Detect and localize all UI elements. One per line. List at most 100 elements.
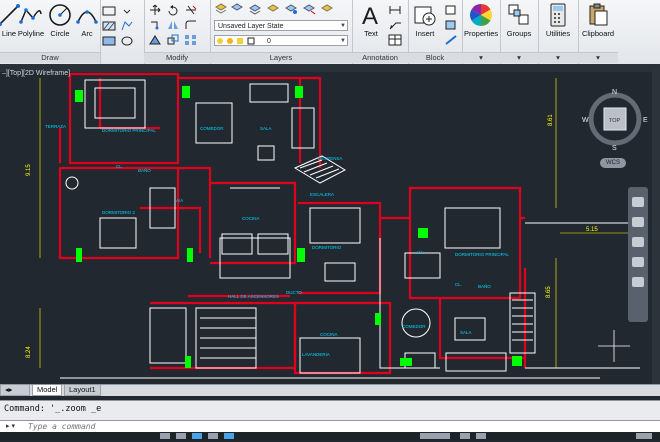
annotation-panel: A Text Annotation bbox=[352, 0, 409, 64]
gradient-icon[interactable] bbox=[102, 35, 116, 47]
navigation-tools bbox=[632, 197, 644, 287]
room-label: DORMITORIO PRINCIPAL bbox=[455, 252, 509, 257]
layer-lock-icon[interactable] bbox=[320, 3, 334, 15]
layout-nav-arrows[interactable]: ◂▸ bbox=[0, 385, 30, 396]
workspace-gear-icon[interactable] bbox=[476, 433, 486, 439]
utilities-panel: Utilities ▾ bbox=[538, 0, 579, 64]
vertical-scrollbar[interactable] bbox=[652, 68, 660, 384]
group-icon bbox=[508, 4, 529, 25]
command-prompt-icon[interactable]: ▸ ▾ bbox=[6, 422, 24, 431]
table-icon[interactable] bbox=[388, 34, 402, 46]
draw-dropdown-icon[interactable] bbox=[120, 5, 134, 17]
room-label: SALA bbox=[460, 330, 472, 335]
viewcube[interactable]: TOP N S E W bbox=[582, 81, 652, 152]
properties-button[interactable]: Properties bbox=[464, 2, 498, 48]
clipboard-button[interactable]: Clipboard bbox=[581, 2, 615, 48]
block-panel-title: Block bbox=[408, 52, 462, 63]
array-icon[interactable] bbox=[184, 34, 198, 46]
linear-dimension-icon[interactable] bbox=[388, 4, 402, 16]
draw-extra-panel bbox=[100, 0, 145, 64]
zoom-icon[interactable] bbox=[632, 237, 644, 247]
edit-block-icon[interactable] bbox=[444, 19, 458, 31]
tab-model[interactable]: Model bbox=[32, 385, 63, 396]
orbit-icon[interactable] bbox=[632, 257, 644, 267]
annotation-scale-icon[interactable] bbox=[460, 433, 470, 439]
insert-block-button[interactable]: Insert bbox=[408, 2, 442, 48]
command-input[interactable] bbox=[28, 421, 408, 432]
customize-menu-icon[interactable] bbox=[636, 433, 652, 439]
hatch-icon[interactable] bbox=[102, 20, 116, 32]
layer-freeze-icon[interactable] bbox=[284, 3, 298, 15]
grid-toggle-icon[interactable] bbox=[160, 433, 170, 439]
layer-state-combo[interactable]: Unsaved Layer State ▼ bbox=[214, 20, 348, 31]
room-label: COMEDOR bbox=[200, 126, 224, 131]
rectangle-icon[interactable] bbox=[102, 5, 116, 17]
layer-state-value: Unsaved Layer State bbox=[218, 23, 284, 30]
polar-toggle-icon[interactable] bbox=[208, 433, 218, 439]
showmotion-icon[interactable] bbox=[632, 277, 644, 287]
room-label: COCINA bbox=[320, 332, 338, 337]
drawing-canvas[interactable]: DORMITORIO PRINCIPAL COMEDOR SALA DORMIT… bbox=[0, 68, 652, 384]
svg-text:A: A bbox=[362, 3, 378, 28]
boundary-icon[interactable] bbox=[120, 20, 134, 32]
trim-icon[interactable] bbox=[184, 4, 198, 16]
viewcube-n: N bbox=[612, 89, 617, 96]
dimension-label: 5.15 bbox=[586, 227, 598, 233]
insert-block-icon bbox=[414, 6, 436, 26]
room-label: TERRAZA bbox=[45, 124, 66, 129]
command-history-line: Command: '_.zoom _e bbox=[4, 404, 102, 414]
model-space-indicator[interactable] bbox=[420, 433, 450, 439]
leader-icon[interactable] bbox=[388, 19, 402, 31]
layer-off-icon[interactable] bbox=[302, 3, 316, 15]
clipboard-dropdown[interactable]: ▾ bbox=[578, 52, 618, 63]
floor-plan: DORMITORIO PRINCIPAL COMEDOR SALA DORMIT… bbox=[26, 72, 640, 379]
arc-tool-button[interactable]: Arc bbox=[70, 2, 104, 48]
chevron-down-icon: ▼ bbox=[340, 23, 346, 29]
room-label: A/A bbox=[416, 250, 423, 255]
steering-wheel-icon[interactable] bbox=[632, 197, 644, 207]
layer-state-icon[interactable] bbox=[230, 3, 244, 15]
navigation-bar bbox=[628, 187, 648, 322]
room-label: BAÑO bbox=[478, 283, 491, 289]
layer-match-icon[interactable] bbox=[248, 3, 262, 15]
room-label: DUCTO bbox=[286, 290, 302, 295]
utilities-button[interactable]: Utilities bbox=[541, 2, 575, 48]
mirror-icon[interactable] bbox=[166, 19, 180, 31]
attribute-icon[interactable] bbox=[444, 34, 458, 46]
region-icon[interactable] bbox=[120, 35, 134, 47]
scale-icon[interactable] bbox=[166, 34, 180, 46]
utilities-dropdown[interactable]: ▾ bbox=[538, 52, 578, 63]
dimension-label: 8.24 bbox=[26, 346, 32, 358]
layer-properties-icon[interactable] bbox=[214, 3, 228, 15]
ribbon: Line Polyline Circle Arc Draw Modify Uns… bbox=[0, 0, 660, 65]
tab-layout1[interactable]: Layout1 bbox=[64, 385, 101, 396]
text-tool-button[interactable]: A Text bbox=[354, 2, 388, 48]
snap-toggle-icon[interactable] bbox=[176, 433, 186, 439]
crosshair-cursor bbox=[598, 330, 630, 362]
osnap-toggle-icon[interactable] bbox=[224, 433, 234, 439]
fillet-icon[interactable] bbox=[184, 19, 198, 31]
room-label: LAVANDERIA bbox=[302, 352, 330, 357]
viewcube-s: S bbox=[612, 145, 617, 151]
pan-icon[interactable] bbox=[632, 217, 644, 227]
properties-dropdown[interactable]: ▾ bbox=[462, 52, 500, 63]
chevron-down-icon: ▼ bbox=[340, 38, 346, 44]
stretch-icon[interactable] bbox=[148, 34, 162, 46]
room-label: CL. bbox=[455, 282, 462, 287]
create-block-icon[interactable] bbox=[444, 4, 458, 16]
copy-icon[interactable] bbox=[148, 19, 162, 31]
polyline-icon bbox=[19, 8, 42, 24]
wcs-menu[interactable]: WCS bbox=[600, 158, 626, 168]
properties-label: Properties bbox=[464, 29, 499, 38]
ortho-toggle-icon[interactable] bbox=[192, 433, 202, 439]
layer-isolate-icon[interactable] bbox=[266, 3, 280, 15]
groups-dropdown[interactable]: ▾ bbox=[500, 52, 538, 63]
dimension-label: 8.65 bbox=[546, 286, 552, 298]
layers-panel-title: Layers bbox=[210, 52, 352, 63]
move-icon[interactable] bbox=[148, 4, 162, 16]
groups-button[interactable]: Groups bbox=[502, 2, 536, 48]
draw-panel: Line Polyline Circle Arc Draw bbox=[0, 0, 101, 64]
viewport-label[interactable]: –][Top][2D Wireframe] bbox=[2, 70, 70, 77]
arc-icon bbox=[76, 10, 98, 24]
rotate-icon[interactable] bbox=[166, 4, 180, 16]
